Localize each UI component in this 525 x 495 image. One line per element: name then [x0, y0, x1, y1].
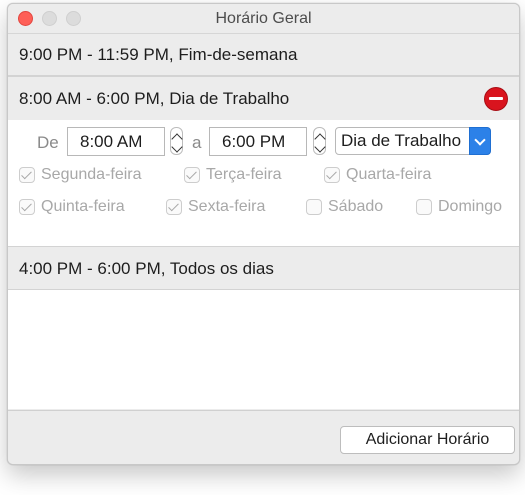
- end-time-field[interactable]: 6:00 PM: [209, 127, 307, 156]
- preset-popup[interactable]: Dia de Trabalho: [335, 127, 491, 155]
- checkbox-icon[interactable]: [416, 199, 432, 215]
- checkbox-icon[interactable]: [166, 199, 182, 215]
- remove-schedule-button[interactable]: [484, 87, 508, 111]
- schedule-list: 9:00 PM - 11:59 PM, Fim-de-semana 8:00 A…: [8, 34, 519, 409]
- day-label: Quinta-feira: [41, 198, 125, 215]
- schedule-window: Horário Geral 9:00 PM - 11:59 PM, Fim-de…: [7, 3, 520, 465]
- schedule-row-everyday[interactable]: 4:00 PM - 6:00 PM, Todos os dias: [8, 246, 519, 290]
- day-label: Terça-feira: [206, 166, 282, 183]
- title-bar: Horário Geral: [8, 4, 519, 34]
- checkbox-icon[interactable]: [184, 167, 200, 183]
- footer-bar: Adicionar Horário: [8, 410, 519, 464]
- schedule-row-label: 4:00 PM - 6:00 PM, Todos os dias: [19, 259, 274, 278]
- checkbox-icon[interactable]: [324, 167, 340, 183]
- schedule-row-workday[interactable]: 8:00 AM - 6:00 PM, Dia de Trabalho: [8, 76, 519, 121]
- schedule-editor: De 8:00 AM a 6:00 PM Dia de Trabalho Seg…: [8, 120, 519, 245]
- day-label: Quarta-feira: [346, 166, 432, 183]
- day-label: Sábado: [328, 198, 384, 215]
- chevron-down-icon: [474, 134, 486, 146]
- day-label: Segunda-feira: [41, 166, 142, 183]
- window-title: Horário Geral: [215, 10, 312, 27]
- schedule-row-label: 8:00 AM - 6:00 PM, Dia de Trabalho: [19, 89, 290, 108]
- day-label: Domingo: [438, 198, 503, 215]
- to-label: a: [192, 133, 202, 152]
- start-time-field[interactable]: 8:00 AM: [67, 127, 165, 156]
- schedule-row-label: 9:00 PM - 11:59 PM, Fim-de-semana: [19, 45, 298, 64]
- add-schedule-button[interactable]: Adicionar Horário: [340, 426, 515, 454]
- day-label: Sexta-feira: [188, 198, 266, 215]
- checkbox-icon[interactable]: [306, 199, 322, 215]
- stepper-down-icon[interactable]: [314, 141, 326, 153]
- popup-arrow-button[interactable]: [469, 127, 491, 155]
- schedule-row-weekend[interactable]: 9:00 PM - 11:59 PM, Fim-de-semana: [8, 34, 519, 76]
- preset-popup-value: Dia de Trabalho: [341, 131, 462, 150]
- minus-circle-icon: [489, 97, 503, 100]
- stepper-down-icon[interactable]: [171, 141, 183, 153]
- from-label: De: [37, 133, 59, 152]
- end-time-stepper[interactable]: [313, 127, 326, 155]
- start-time-stepper[interactable]: [170, 127, 183, 155]
- checkbox-icon[interactable]: [19, 167, 35, 183]
- checkbox-icon[interactable]: [19, 199, 35, 215]
